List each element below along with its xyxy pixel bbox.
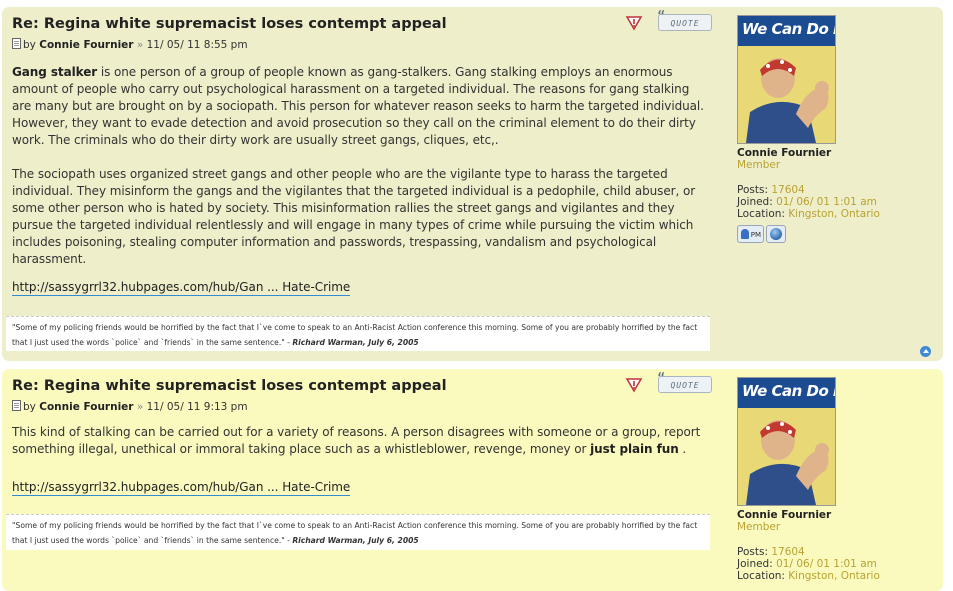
by-label: by <box>23 39 36 51</box>
location-value: Kingston, Ontario <box>788 570 880 582</box>
post-title[interactable]: Re: Regina white supremacist loses conte… <box>12 16 447 32</box>
profile-stats: Posts: 17604 Joined: 01/ 06/ 01 1:01 am … <box>737 546 937 582</box>
signature-author: Richard Warman, July 6, 2005 <box>292 536 419 545</box>
location-label: Location: <box>737 570 785 582</box>
posts-count[interactable]: 17604 <box>771 546 804 558</box>
website-globe-icon[interactable] <box>766 225 786 243</box>
avatar[interactable]: We Can Do It! <box>737 377 836 506</box>
author-profile: We Can Do It! Connie Fournier Member Pos… <box>737 15 937 245</box>
post-link[interactable]: http://sassygrrl32.hubpages.com/hub/Gan … <box>12 480 350 496</box>
profile-rank: Member <box>737 521 781 533</box>
joined-label: Joined: <box>737 558 773 570</box>
post-author[interactable]: Connie Fournier <box>39 401 133 413</box>
paragraph-text: The sociopath uses organized street gang… <box>12 167 696 266</box>
post-meta: by Connie Fournier » 11/ 05/ 11 8:55 pm <box>12 38 248 51</box>
location-value: Kingston, Ontario <box>788 208 880 220</box>
post-date: 11/ 05/ 11 9:13 pm <box>146 401 248 413</box>
posts-label: Posts: <box>737 546 768 558</box>
post-author[interactable]: Connie Fournier <box>39 39 133 51</box>
post-2: Re: Regina white supremacist loses conte… <box>2 369 943 591</box>
profile-name[interactable]: Connie Fournier <box>737 509 937 521</box>
quote-button[interactable]: QUOTE <box>657 371 712 393</box>
paragraph-text: is one person of a group of people known… <box>12 65 704 147</box>
by-label: by <box>23 401 36 413</box>
profile-contact-icons: PM <box>737 225 937 245</box>
post-body: This kind of stalking can be carried out… <box>12 424 712 458</box>
separator: » <box>136 401 144 413</box>
report-warning-icon[interactable] <box>625 377 643 393</box>
post-meta: by Connie Fournier » 11/ 05/ 11 9:13 pm <box>12 400 248 413</box>
bold-term: just plain fun <box>590 442 679 456</box>
profile-stats: Posts: 17604 Joined: 01/ 06/ 01 1:01 am … <box>737 184 937 220</box>
separator: » <box>136 39 144 51</box>
post-title[interactable]: Re: Regina white supremacist loses conte… <box>12 378 447 394</box>
private-message-icon[interactable]: PM <box>737 225 764 243</box>
signature: "Some of my policing friends would be ho… <box>6 514 710 550</box>
paragraph-end: . <box>678 442 687 456</box>
location-label: Location: <box>737 208 785 220</box>
report-warning-icon[interactable] <box>625 15 643 31</box>
back-to-top-icon[interactable] <box>920 346 931 357</box>
profile-rank: Member <box>737 159 781 171</box>
avatar-caption: We Can Do It! <box>742 20 835 38</box>
posts-label: Posts: <box>737 184 768 196</box>
bold-term: Gang stalker <box>12 65 98 79</box>
post-document-icon[interactable] <box>12 38 21 49</box>
author-profile: We Can Do It! Connie Fournier Member Pos… <box>737 377 937 582</box>
posts-count[interactable]: 17604 <box>771 184 804 196</box>
post-link[interactable]: http://sassygrrl32.hubpages.com/hub/Gan … <box>12 280 350 296</box>
avatar-caption: We Can Do It! <box>742 382 835 400</box>
quote-button[interactable]: QUOTE <box>657 9 712 31</box>
signature: "Some of my policing friends would be ho… <box>6 316 710 351</box>
joined-date: 01/ 06/ 01 1:01 am <box>776 558 877 570</box>
post-date: 11/ 05/ 11 8:55 pm <box>146 39 248 51</box>
profile-name[interactable]: Connie Fournier <box>737 147 937 159</box>
signature-author: Richard Warman, July 6, 2005 <box>292 338 419 347</box>
joined-date: 01/ 06/ 01 1:01 am <box>776 196 877 208</box>
post-body: Gang stalker is one person of a group of… <box>12 64 712 268</box>
post-1: Re: Regina white supremacist loses conte… <box>2 7 943 361</box>
avatar[interactable]: We Can Do It! <box>737 15 836 144</box>
post-document-icon[interactable] <box>12 400 21 411</box>
joined-label: Joined: <box>737 196 773 208</box>
